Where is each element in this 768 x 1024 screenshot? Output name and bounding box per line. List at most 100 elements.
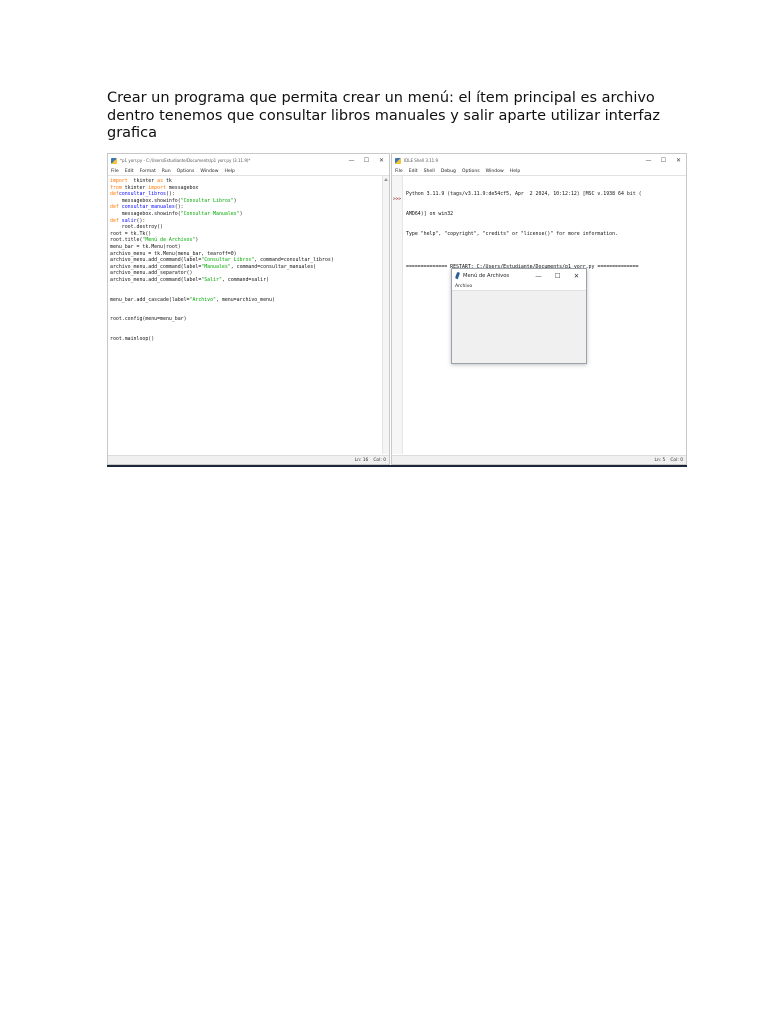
shell-titlebar: IDLE Shell 3.11.9 — ☐ ✕ (392, 154, 686, 167)
menu-help[interactable]: Help (224, 169, 234, 174)
code-line: def consultar_manuales(): (110, 204, 381, 211)
code-token: root = tk.Tk() (110, 230, 152, 237)
code-token: messagebox (165, 184, 199, 191)
code-token: ) (233, 197, 237, 204)
code-token: (): (165, 191, 175, 198)
code-token: (): (174, 204, 184, 211)
close-icon[interactable]: ✕ (671, 154, 686, 167)
code-token: import (110, 178, 128, 184)
editor-window: *p1 yorr.py - C:/Users/Estudiante/Docume… (107, 153, 390, 465)
editor-scrollbar[interactable] (382, 176, 389, 454)
scroll-up-icon[interactable] (384, 178, 388, 181)
shell-statusbar: Ln: 5 Col: 0 (392, 455, 686, 464)
code-token: root.config(menu=menu_bar) (110, 316, 187, 323)
close-icon[interactable]: ✕ (567, 269, 586, 282)
editor-titlebar: *p1 yorr.py - C:/Users/Estudiante/Docume… (108, 154, 389, 167)
minimize-icon[interactable]: — (641, 154, 656, 167)
code-line: root.mainloop() (110, 336, 381, 343)
code-token: tkinter (127, 178, 158, 184)
menu-edit[interactable]: Edit (409, 169, 418, 174)
menu-options[interactable]: Options (177, 169, 195, 174)
code-token: "Archivo" (189, 296, 217, 303)
menu-window[interactable]: Window (200, 169, 218, 174)
menu-window[interactable]: Window (486, 169, 504, 174)
code-token: , command=consultar_manuales) (230, 263, 317, 270)
code-token: , menu=archivo_menu) (216, 296, 275, 303)
python-icon (111, 157, 117, 164)
code-token: messagebox.showinfo( (110, 210, 181, 217)
tk-app-window: Menú de Archivos — ☐ ✕ Archivo (451, 268, 587, 364)
column-indicator: Col: 0 (670, 457, 683, 463)
menu-debug[interactable]: Debug (441, 169, 456, 174)
menu-format[interactable]: Format (140, 169, 156, 174)
shell-line: AMD64)] on win32 (406, 210, 454, 217)
code-token: "Manuales" (201, 263, 231, 270)
code-line: archivo_menu.add_command(label="Salir", … (110, 277, 381, 284)
maximize-icon[interactable]: ☐ (548, 269, 567, 282)
code-token: import (148, 184, 166, 191)
menu-file[interactable]: File (111, 169, 119, 174)
shell-prompt-gutter: >>> (392, 176, 403, 454)
menu-options[interactable]: Options (462, 169, 480, 174)
shell-title: IDLE Shell 3.11.9 (404, 158, 439, 163)
menu-archivo[interactable]: Archivo (455, 284, 472, 289)
python-icon (395, 157, 401, 164)
menu-file[interactable]: File (395, 169, 403, 174)
code-token: archivo_menu.add_command(label= (110, 263, 202, 270)
code-token: , command=salir) (221, 276, 270, 283)
screenshot: *p1 yorr.py - C:/Users/Estudiante/Docume… (107, 153, 687, 467)
code-line: def salir(): (110, 218, 381, 225)
code-token: from (110, 184, 122, 191)
code-token: tkinter (121, 184, 149, 191)
editor-menubar: File Edit Format Run Options Window Help (108, 167, 389, 176)
code-token: archivo_menu.add_command(label= (110, 257, 202, 264)
code-token: menu_bar = tk.Menu(root) (110, 243, 181, 250)
code-line: messagebox.showinfo("Consultar Manuales"… (110, 211, 381, 218)
maximize-icon[interactable]: ☐ (359, 154, 374, 167)
minimize-icon[interactable]: — (529, 269, 548, 282)
code-token: messagebox.showinfo( (110, 197, 181, 204)
code-token: "Consultar Manuales" (180, 210, 240, 217)
code-token: archivo_menu = tk.Menu(menu_bar, tearoff… (110, 250, 237, 257)
shell-line: Python 3.11.9 (tags/v3.11.9:de54cf5, Apr… (406, 191, 642, 198)
maximize-icon[interactable]: ☐ (656, 154, 671, 167)
code-token: "Salir" (201, 276, 222, 283)
code-token: ) (195, 237, 199, 244)
editor-title: *p1 yorr.py - C:/Users/Estudiante/Docume… (120, 158, 251, 163)
code-line: archivo_menu = tk.Menu(menu_bar, tearoff… (110, 251, 381, 258)
code-line: import tkinter as tk (110, 178, 381, 185)
tk-window-title: Menú de Archivos (463, 272, 510, 279)
close-icon[interactable]: ✕ (374, 154, 389, 167)
code-token: root.mainloop() (110, 336, 155, 343)
shell-menubar: File Edit Shell Debug Options Window Hel… (392, 167, 686, 176)
code-token: consultar_manuales (121, 204, 175, 211)
code-line: archivo_menu.add_command(label="Consulta… (110, 257, 381, 264)
tk-feather-icon (454, 271, 461, 280)
line-indicator: Ln: 16 (354, 457, 369, 463)
code-token: tk (163, 178, 172, 184)
code-line: from tkinter import messagebox (110, 185, 381, 192)
code-line: archivo_menu.add_separator() (110, 270, 381, 277)
menu-edit[interactable]: Edit (125, 169, 134, 174)
code-line: archivo_menu.add_command(label="Manuales… (110, 264, 381, 271)
code-line: messagebox.showinfo("Consultar Libros") (110, 198, 381, 205)
code-token: archivo_menu.add_command(label= (110, 276, 202, 283)
menu-run[interactable]: Run (162, 169, 171, 174)
minimize-icon[interactable]: — (344, 154, 359, 167)
tk-menubar: Archivo (452, 282, 586, 291)
taskbar-edge (107, 465, 687, 467)
code-editor[interactable]: import tkinter as tk from tkinter import … (110, 178, 381, 454)
line-indicator: Ln: 5 (654, 457, 666, 463)
shell-line: Type "help", "copyright", "credits" or "… (406, 230, 618, 237)
menu-shell[interactable]: Shell (424, 169, 435, 174)
code-token: archivo_menu.add_separator() (110, 270, 193, 277)
menu-help[interactable]: Help (510, 169, 520, 174)
code-token: "Consultar Libros" (180, 197, 234, 204)
code-token: root.title( (110, 237, 143, 244)
code-token: def (110, 217, 119, 224)
